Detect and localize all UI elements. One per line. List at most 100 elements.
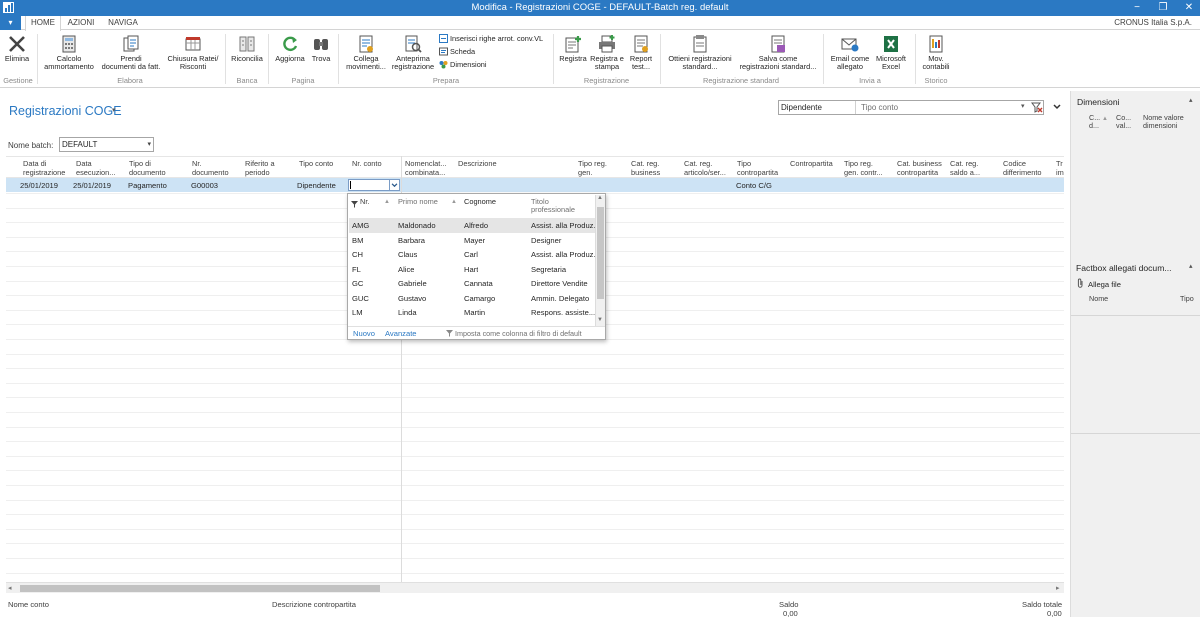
lookup-header-cognome[interactable]: Cognome xyxy=(464,198,496,206)
col-header-tipo-reg-gen-contr[interactable]: Tipo reg. gen. contr... xyxy=(844,159,883,177)
col-header-data-registrazione[interactable]: Data di registrazione xyxy=(23,159,65,177)
ottieni-registrazioni-standard-button[interactable]: Ottieni registrazioni standard... xyxy=(662,34,738,71)
salva-registrazioni-standard-button[interactable]: Salva come registrazioni standard... xyxy=(738,34,818,71)
inserisci-label: Inserisci righe arrot. conv.VL xyxy=(450,34,544,43)
registra-stampa-button[interactable]: Registra e stampa xyxy=(589,34,625,71)
col-header-truncated[interactable]: Tr im xyxy=(1056,159,1064,177)
account-lookup-dropdown[interactable]: Nr. ▲ Primo nome ▲ Cognome Titolo profess… xyxy=(347,193,606,340)
chiusura-label-2: Risconti xyxy=(179,62,207,71)
filter-field-chevron-down-icon[interactable]: ▾ xyxy=(1021,102,1025,110)
horizontal-scrollbar[interactable]: ◂ ▸ xyxy=(6,582,1064,593)
dim-col-codice-valore[interactable]: Co... val... xyxy=(1116,114,1131,130)
col-header-tipo-contropartita[interactable]: Tipo contropartita xyxy=(737,159,778,177)
close-button[interactable]: ✕ xyxy=(1176,0,1200,16)
report-test-button[interactable]: Report test... xyxy=(626,34,656,71)
col-header-contropartita[interactable]: Contropartita xyxy=(790,159,833,168)
file-menu-button[interactable]: ▾ xyxy=(0,16,21,30)
col-header-cat-reg-articolo[interactable]: Cat. reg. articolo/ser... xyxy=(684,159,726,177)
cell-nr-documento[interactable]: G00003 xyxy=(191,181,218,190)
allegati-factbox-title: Factbox allegati docum... xyxy=(1076,263,1172,273)
cell-tipo-contropartita[interactable]: Conto C/G xyxy=(736,181,772,190)
dim-col-nome-valore[interactable]: Nome valore dimensioni xyxy=(1143,114,1184,130)
filter-value[interactable]: Dipendente xyxy=(781,103,822,112)
nuovo-link[interactable]: Nuovo xyxy=(353,329,375,338)
imposta-filtro-default-link[interactable]: Imposta come colonna di filtro di defaul… xyxy=(455,329,582,338)
chiusura-ratei-button[interactable]: Chiusura Ratei/ Risconti xyxy=(165,34,221,71)
lookup-header-titolo[interactable]: Titolo professionale xyxy=(531,198,575,214)
cell-data-esecuzione[interactable]: 25/01/2019 xyxy=(73,181,111,190)
lookup-vertical-scrollbar[interactable]: ▲ ▼ xyxy=(595,195,605,326)
scrollbar-thumb[interactable] xyxy=(20,585,380,592)
nr-conto-lookup-chevron-down-icon[interactable] xyxy=(389,179,400,191)
col-header-nr-documento[interactable]: Nr. documento xyxy=(192,159,229,177)
collega-movimenti-button[interactable]: Collega movimenti... xyxy=(343,34,389,71)
col-header-tipo-conto[interactable]: Tipo conto xyxy=(299,159,333,168)
restore-button[interactable]: ❐ xyxy=(1150,0,1176,16)
factbox-divider xyxy=(1071,315,1200,316)
collapse-chevron-down-icon[interactable] xyxy=(1052,102,1062,112)
aggiorna-button[interactable]: Aggiorna xyxy=(272,34,308,63)
col-header-cat-reg-saldo[interactable]: Cat. reg. saldo a... xyxy=(950,159,980,177)
riconcilia-button[interactable]: Riconcilia xyxy=(228,34,266,63)
col-header-codice-differimento[interactable]: Codice differimento xyxy=(1003,159,1041,177)
email-allegato-button[interactable]: Email come allegato xyxy=(828,34,872,71)
dimensioni-button[interactable]: Dimensioni xyxy=(439,60,487,69)
dim-col-codice[interactable]: C... d... xyxy=(1089,114,1100,130)
lookup-row[interactable]: LM Linda Martin Respons. assiste... xyxy=(349,305,595,320)
tab-home[interactable]: HOME xyxy=(25,16,61,31)
lookup-row[interactable]: AMG Maldonado Alfredo Assist. alla Produ… xyxy=(349,218,595,233)
col-header-tipo-reg-gen[interactable]: Tipo reg. gen. xyxy=(578,159,607,177)
minimize-button[interactable]: − xyxy=(1124,0,1150,16)
col-header-data-esecuzione[interactable]: Data esecuzion... xyxy=(76,159,115,177)
col-header-riferito-periodo[interactable]: Riferito a periodo xyxy=(245,159,275,177)
lookup-row[interactable]: GC Gabriele Cannata Direttore Vendite xyxy=(349,276,595,291)
collapse-chevron-up-icon[interactable]: ▴ xyxy=(1189,262,1193,270)
cell-tipo-conto[interactable]: Dipendente xyxy=(297,181,336,190)
elimina-button[interactable]: Elimina xyxy=(2,34,32,63)
tab-naviga[interactable]: NAVIGA xyxy=(103,16,143,31)
calcolo-ammortamento-button[interactable]: Calcolo ammortamento xyxy=(40,34,98,71)
scroll-right-icon[interactable]: ▸ xyxy=(1056,584,1060,592)
lookup-row[interactable]: CH Claus Carl Assist. alla Produz. xyxy=(349,247,595,262)
allega-file-button[interactable]: Allega file xyxy=(1088,280,1121,289)
allegati-col-nome[interactable]: Nome xyxy=(1089,295,1108,303)
tab-azioni[interactable]: AZIONI xyxy=(63,16,99,31)
mov-contabili-button[interactable]: Mov. contabili xyxy=(918,34,954,71)
col-header-nr-conto[interactable]: Nr. conto xyxy=(352,159,382,168)
quick-filter[interactable]: Dipendente Tipo conto ▾ xyxy=(778,100,1044,115)
inserisci-righe-arrot-button[interactable]: Inserisci righe arrot. conv.VL xyxy=(439,34,543,43)
filter-field-selector[interactable]: Tipo conto xyxy=(861,103,898,112)
lookup-row[interactable]: BM Barbara Mayer Designer xyxy=(349,233,595,248)
trova-button[interactable]: Trova xyxy=(308,34,334,63)
scheda-button[interactable]: Scheda xyxy=(439,47,475,56)
avanzate-link[interactable]: Avanzate xyxy=(385,329,417,338)
title-menu-chevron-icon[interactable]: ▾ xyxy=(112,106,116,114)
registra-button[interactable]: Registra xyxy=(557,34,589,63)
filter-icon[interactable] xyxy=(351,201,358,208)
scroll-up-icon[interactable]: ▲ xyxy=(597,195,603,201)
lookup-header-primo-nome[interactable]: Primo nome xyxy=(398,198,438,206)
cell-data-registrazione[interactable]: 25/01/2019 xyxy=(20,181,58,190)
col-header-text: Nr. xyxy=(192,159,202,168)
clear-filter-icon[interactable] xyxy=(1031,101,1043,114)
col-header-cat-business-contropartita[interactable]: Cat. business contropartita xyxy=(897,159,942,177)
allegati-col-tipo[interactable]: Tipo xyxy=(1180,295,1194,303)
col-header-cat-reg-business[interactable]: Cat. reg. business xyxy=(631,159,660,177)
prendi-documenti-button[interactable]: Prendi documenti da fatt. xyxy=(99,34,163,71)
col-header-nomenclatura[interactable]: Nomenclat... combinata... xyxy=(405,159,447,177)
cell-tipo-documento[interactable]: Pagamento xyxy=(128,181,167,190)
collapse-chevron-up-icon[interactable]: ▴ xyxy=(1189,96,1193,104)
delete-icon xyxy=(9,36,25,52)
scrollbar-thumb[interactable] xyxy=(597,207,604,299)
lookup-row[interactable]: GUC Gustavo Camargo Ammin. Delegato xyxy=(349,291,595,306)
col-header-tipo-documento[interactable]: Tipo di documento xyxy=(129,159,166,177)
microsoft-excel-button[interactable]: Microsoft Excel xyxy=(872,34,910,71)
lookup-header-nr[interactable]: Nr. xyxy=(360,198,369,206)
col-header-descrizione[interactable]: Descrizione xyxy=(458,159,497,168)
lookup-row[interactable]: FL Alice Hart Segretaria xyxy=(349,262,595,277)
anteprima-registrazione-button[interactable]: Anteprima registrazione xyxy=(390,34,436,71)
scroll-left-icon[interactable]: ◂ xyxy=(8,584,12,592)
batch-name-select[interactable]: DEFAULT ▾ xyxy=(59,137,154,152)
scroll-down-icon[interactable]: ▼ xyxy=(597,317,603,323)
nr-conto-input[interactable] xyxy=(348,179,390,191)
